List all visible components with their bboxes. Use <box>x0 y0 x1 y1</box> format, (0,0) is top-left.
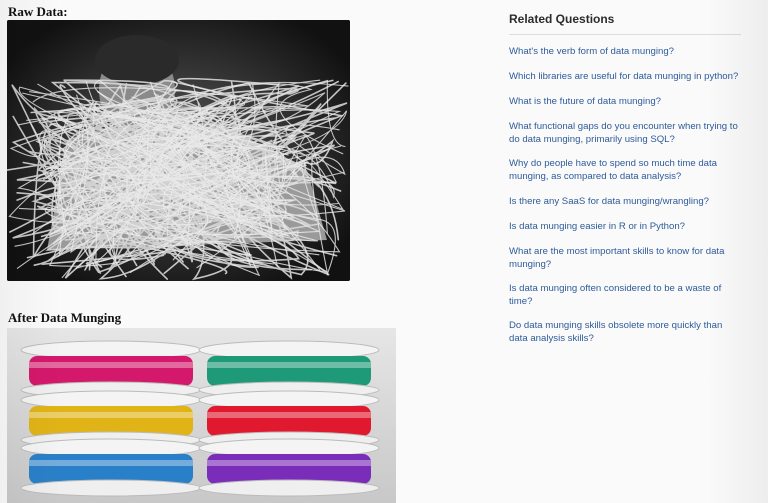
raw-data-photo <box>7 20 350 281</box>
related-question-link[interactable]: Is data munging often considered to be a… <box>509 282 741 308</box>
wire-spools-photo <box>7 328 396 503</box>
related-question-link[interactable]: Why do people have to spend so much time… <box>509 157 741 183</box>
wire-spool <box>198 438 380 497</box>
after-data-munging-heading: After Data Munging <box>8 310 122 325</box>
related-questions-title: Related Questions <box>509 12 741 35</box>
related-question-link[interactable]: What are the most important skills to kn… <box>509 245 741 271</box>
wire-spool <box>20 340 202 399</box>
related-question-link[interactable]: What functional gaps do you encounter wh… <box>509 120 741 146</box>
related-question-link[interactable]: Which libraries are useful for data mung… <box>509 70 741 83</box>
related-question-link[interactable]: Is data munging easier in R or in Python… <box>509 220 741 233</box>
related-questions-panel: Related Questions What's the verb form o… <box>509 12 741 344</box>
wire-spool <box>20 438 202 497</box>
wire-spool <box>198 340 380 399</box>
page: Raw Data: After Data Munging Related Que… <box>0 0 768 503</box>
related-question-link[interactable]: Do data munging skills obsolete more qui… <box>509 319 741 345</box>
raw-data-heading: Raw Data: <box>8 4 68 19</box>
related-question-link[interactable]: What's the verb form of data munging? <box>509 45 741 58</box>
related-question-link[interactable]: Is there any SaaS for data munging/wrang… <box>509 195 741 208</box>
related-question-link[interactable]: What is the future of data munging? <box>509 95 741 108</box>
